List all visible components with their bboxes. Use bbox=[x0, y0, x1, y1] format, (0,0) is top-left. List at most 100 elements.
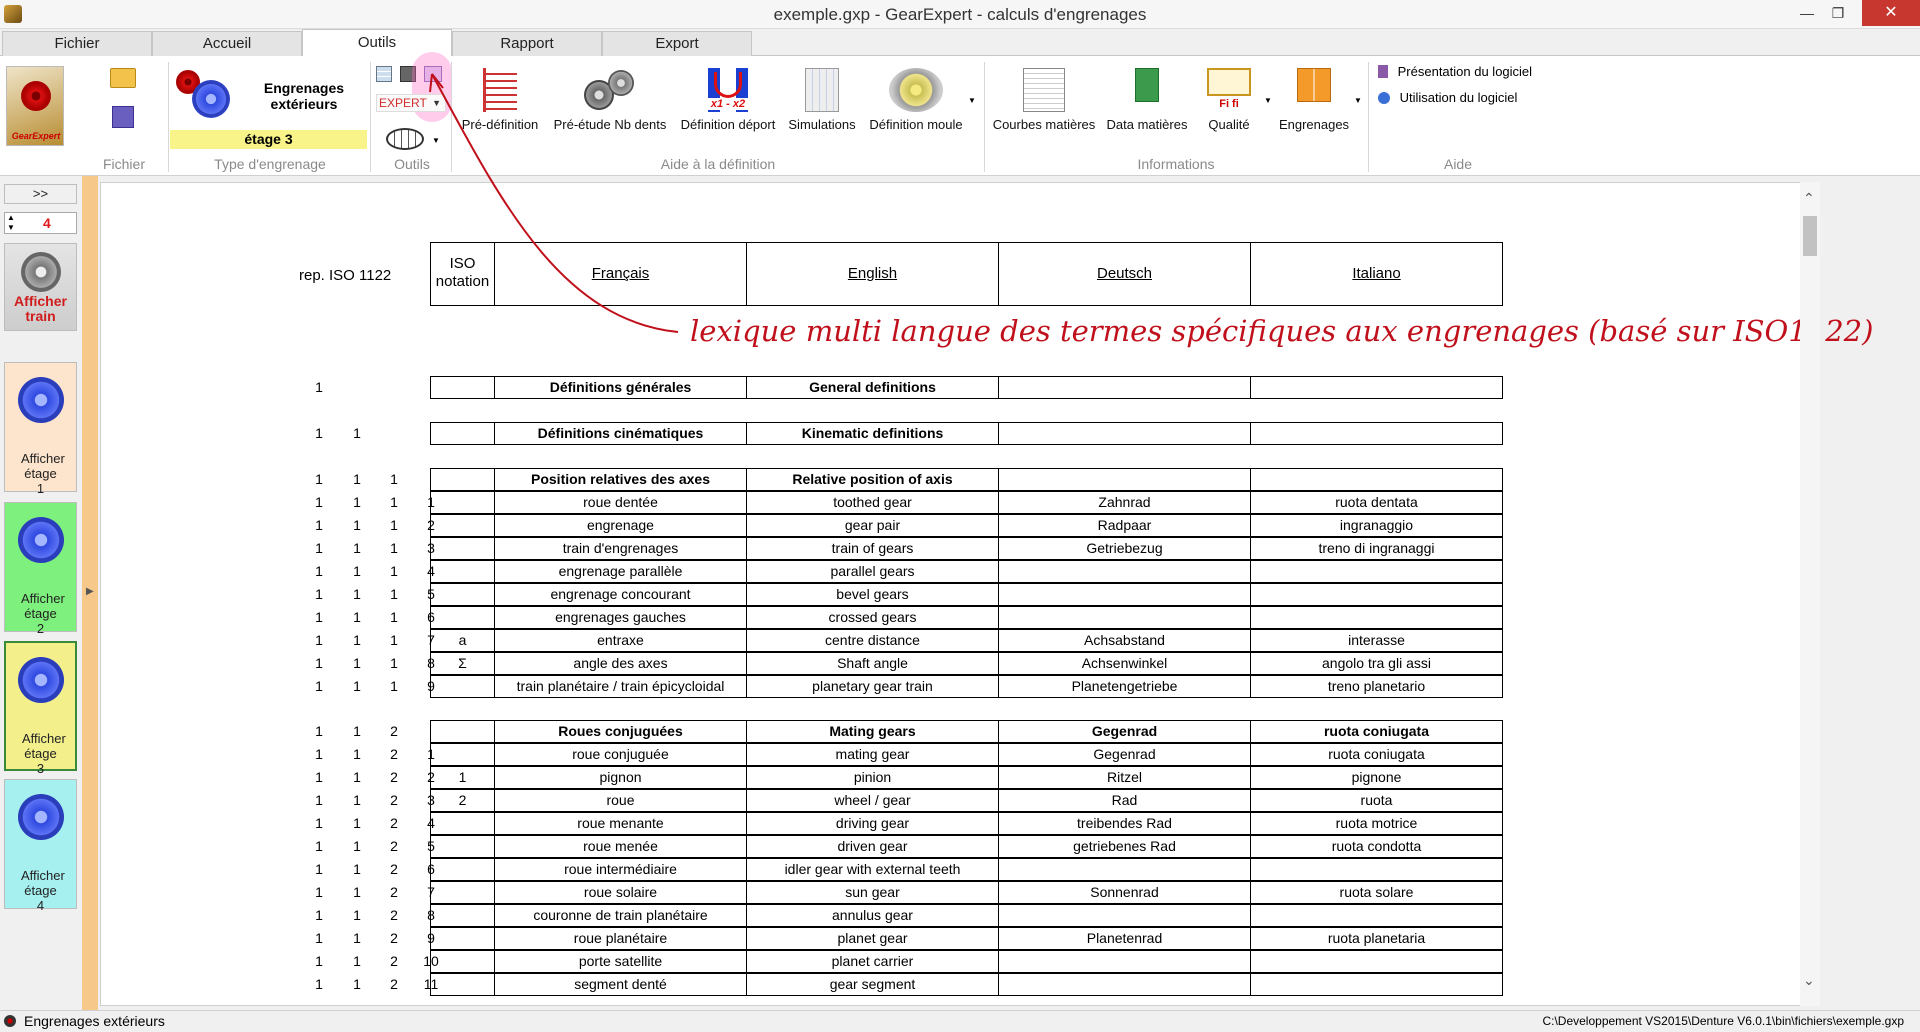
stage-gears-icon bbox=[17, 377, 64, 423]
cell-fr: roue dentée bbox=[494, 491, 747, 514]
stage-sidebar: >> ▲ ▼ 4 Afficher train Afficher étage 1 A… bbox=[0, 176, 80, 1010]
save-icon[interactable] bbox=[112, 106, 134, 128]
cell-en: Relative position of axis bbox=[746, 468, 999, 491]
group-separator bbox=[370, 62, 371, 172]
stage-button-4[interactable]: Afficher étage 4 bbox=[4, 779, 77, 913]
header-italiano[interactable]: Italiano bbox=[1250, 242, 1503, 306]
header-iso-notation: ISO notation bbox=[430, 242, 495, 306]
definition-deport-button[interactable]: x1 - x2 Définition déport bbox=[676, 68, 780, 132]
help-book-icon bbox=[1378, 65, 1388, 78]
row-number: 1 bbox=[353, 494, 361, 510]
cell-en: Mating gears bbox=[746, 720, 999, 743]
row-number: 1 bbox=[353, 792, 361, 808]
show-train-button[interactable]: Afficher train bbox=[4, 243, 77, 331]
ribbon: GearExpert Engrenages extérieurs étage 3… bbox=[0, 52, 1920, 176]
cell-de bbox=[998, 973, 1251, 996]
engrenages-label: Engrenages bbox=[1278, 117, 1350, 132]
cell-iso bbox=[430, 491, 495, 514]
row-number: 1 bbox=[315, 907, 323, 923]
utilisation-link[interactable]: Utilisation du logiciel bbox=[1378, 90, 1517, 105]
expert-mode-dropdown[interactable]: EXPERT ▼ bbox=[376, 94, 446, 112]
cell-de bbox=[998, 950, 1251, 973]
row-number: 1 bbox=[353, 930, 361, 946]
stage-label: Afficher étage 2 bbox=[21, 591, 65, 636]
stage-button-1[interactable]: Afficher étage 1 bbox=[4, 362, 77, 496]
table-row: 1 1 2 5 roue menée driven gear getriebenes Rad… bbox=[101, 835, 1802, 858]
books-icon bbox=[1297, 68, 1331, 102]
sidebar-splitter[interactable]: ▶ bbox=[82, 176, 98, 1010]
cell-iso bbox=[430, 858, 495, 881]
definition-moule-button[interactable]: Définition moule bbox=[864, 68, 968, 132]
gear-logo-icon bbox=[21, 81, 51, 111]
engrenages-button[interactable]: Engrenages bbox=[1276, 68, 1352, 132]
cell-de bbox=[998, 583, 1251, 606]
cell-fr: engrenage bbox=[494, 514, 747, 537]
table-icon[interactable] bbox=[376, 66, 392, 82]
tab-accueil[interactable]: Accueil bbox=[152, 31, 302, 56]
row-number: 1 bbox=[353, 769, 361, 785]
table-row: 1 1 2 6 roue intermédiaire idler gear with ex… bbox=[101, 858, 1802, 881]
header-deutsch[interactable]: Deutsch bbox=[998, 242, 1251, 306]
cell-iso bbox=[430, 720, 495, 743]
stage-count-spinner[interactable]: ▲ ▼ 4 bbox=[4, 212, 77, 234]
moule-dropdown-arrow-icon[interactable]: ▼ bbox=[968, 96, 976, 105]
status-bar: Engrenages extérieurs C:\Developpement V… bbox=[0, 1010, 1920, 1032]
predefinition-button[interactable]: Pré-définition bbox=[456, 68, 544, 132]
stage-button-2[interactable]: Afficher étage 2 bbox=[4, 502, 77, 636]
cell-de: Gegenrad bbox=[998, 720, 1251, 743]
tab-rapport[interactable]: Rapport bbox=[452, 31, 602, 56]
row-number: 1 bbox=[390, 632, 398, 648]
cell-iso bbox=[430, 973, 495, 996]
scroll-thumb[interactable] bbox=[1803, 216, 1817, 256]
stage-button-3[interactable]: Afficher étage 3 bbox=[4, 641, 77, 776]
cell-iso bbox=[430, 904, 495, 927]
table-row: 1 1 1 7 a entraxe centre distance Achsabstand in… bbox=[101, 629, 1802, 652]
close-button[interactable]: ✕ bbox=[1862, 0, 1920, 26]
language-globe-icon[interactable] bbox=[386, 128, 424, 150]
cell-de: Planetengetriebe bbox=[998, 675, 1251, 698]
cell-de bbox=[998, 560, 1251, 583]
table-row: 1 1 2 11 segment denté gear segment bbox=[101, 973, 1802, 996]
stage-count-value: 4 bbox=[43, 215, 51, 231]
row-number: 1 bbox=[315, 746, 323, 762]
cell-de bbox=[998, 376, 1251, 399]
cell-en: General definitions bbox=[746, 376, 999, 399]
open-folder-icon[interactable] bbox=[110, 68, 136, 88]
scroll-down-icon[interactable]: ⌄ bbox=[1803, 972, 1815, 989]
cell-de: Radpaar bbox=[998, 514, 1251, 537]
presentation-link[interactable]: Présentation du logiciel bbox=[1378, 64, 1532, 79]
row-number: 1 bbox=[353, 815, 361, 831]
vertical-scrollbar[interactable]: ⌃ ⌄ bbox=[1800, 182, 1820, 1006]
header-francais[interactable]: Français bbox=[494, 242, 747, 306]
cell-iso bbox=[430, 881, 495, 904]
scroll-up-icon[interactable]: ⌃ bbox=[1803, 190, 1815, 207]
gear-type-icon[interactable] bbox=[176, 70, 236, 120]
cell-de: treibendes Rad bbox=[998, 812, 1251, 835]
cell-en: train of gears bbox=[746, 537, 999, 560]
globe-dropdown-arrow-icon[interactable]: ▼ bbox=[432, 136, 440, 145]
tab-export[interactable]: Export bbox=[602, 31, 752, 56]
group-label-informations: Informations bbox=[1137, 156, 1215, 172]
row-number: 1 bbox=[315, 517, 323, 533]
cell-fr: roue solaire bbox=[494, 881, 747, 904]
tab-fichier[interactable]: Fichier bbox=[2, 31, 152, 56]
expand-sidebar-button[interactable]: >> bbox=[4, 184, 77, 204]
engrenages-dropdown-arrow-icon[interactable]: ▼ bbox=[1354, 96, 1362, 105]
row-number: 1 bbox=[315, 884, 323, 900]
cell-fr: entraxe bbox=[494, 629, 747, 652]
data-matieres-button[interactable]: Data matières bbox=[1104, 68, 1190, 132]
restore-button[interactable]: ❐ bbox=[1816, 0, 1860, 26]
row-number: 1 bbox=[353, 953, 361, 969]
row-number: 2 bbox=[390, 907, 398, 923]
cell-en: planet gear bbox=[746, 927, 999, 950]
qualite-dropdown-arrow-icon[interactable]: ▼ bbox=[1264, 96, 1272, 105]
cell-en: driving gear bbox=[746, 812, 999, 835]
qualite-button[interactable]: Fi fi Qualité bbox=[1196, 68, 1262, 132]
simulations-button[interactable]: Simulations bbox=[784, 68, 860, 132]
pre-etude-button[interactable]: Pré-étude Nb dents bbox=[548, 68, 672, 132]
spinner-arrows-icon[interactable]: ▲ ▼ bbox=[7, 213, 15, 233]
courbes-matieres-button[interactable]: Courbes matières bbox=[990, 68, 1098, 132]
predefinition-label: Pré-définition bbox=[461, 117, 539, 132]
header-english[interactable]: English bbox=[746, 242, 999, 306]
gearexpert-logo[interactable]: GearExpert bbox=[6, 66, 64, 146]
